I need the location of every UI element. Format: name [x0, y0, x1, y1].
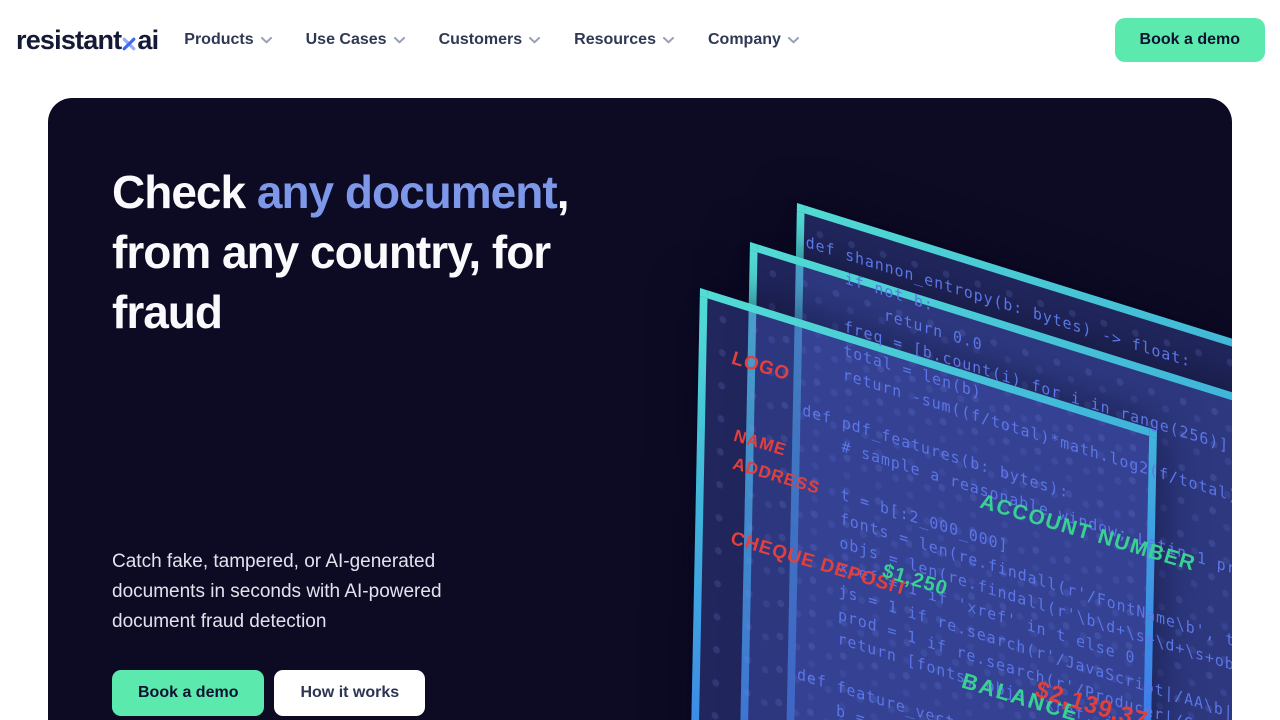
- heading-line-2: from any country, for: [112, 222, 568, 282]
- nav-item-label: Company: [708, 31, 781, 49]
- heading-accent: any document: [257, 166, 557, 218]
- hero-description: Catch fake, tampered, or AI-generated do…: [112, 547, 504, 637]
- hero-section: def shannon_entropy(b: bytes) -> float: …: [48, 98, 1232, 720]
- book-a-demo-button-top[interactable]: Book a demo: [1115, 18, 1265, 62]
- chevron-down-icon: [788, 37, 799, 44]
- page-title: Check any document, from any country, fo…: [112, 162, 568, 342]
- chevron-down-icon: [394, 37, 405, 44]
- chevron-down-icon: [663, 37, 674, 44]
- nav-item-label: Products: [184, 31, 253, 49]
- brand-name-right: ai: [137, 25, 158, 56]
- hero-cta-group: Book a demo How it works: [112, 670, 425, 716]
- brand-name-left: resistant: [16, 25, 121, 56]
- nav-item-label: Resources: [574, 31, 656, 49]
- nav-item-use-cases[interactable]: Use Cases: [306, 31, 405, 49]
- heading-line-3: fraud: [112, 282, 568, 342]
- x-mark-icon: [122, 37, 136, 51]
- heading-line-1: Check any document,: [112, 162, 568, 222]
- top-navigation: resistant ai Products Use Cases Customer…: [0, 0, 1280, 89]
- code-text: def shannon_entropy(b: bytes) -> float: …: [796, 230, 1232, 720]
- nav-item-company[interactable]: Company: [708, 31, 799, 49]
- nav-item-label: Customers: [439, 31, 523, 49]
- nav-links: Products Use Cases Customers Resources C…: [184, 31, 1114, 49]
- nav-item-label: Use Cases: [306, 31, 387, 49]
- chevron-down-icon: [529, 37, 540, 44]
- nav-item-customers[interactable]: Customers: [439, 31, 541, 49]
- nav-item-resources[interactable]: Resources: [574, 31, 674, 49]
- brand-logo[interactable]: resistant ai: [16, 25, 158, 56]
- nav-item-products[interactable]: Products: [184, 31, 271, 49]
- book-a-demo-button-hero[interactable]: Book a demo: [112, 670, 264, 716]
- how-it-works-button[interactable]: How it works: [274, 670, 425, 716]
- chevron-down-icon: [261, 37, 272, 44]
